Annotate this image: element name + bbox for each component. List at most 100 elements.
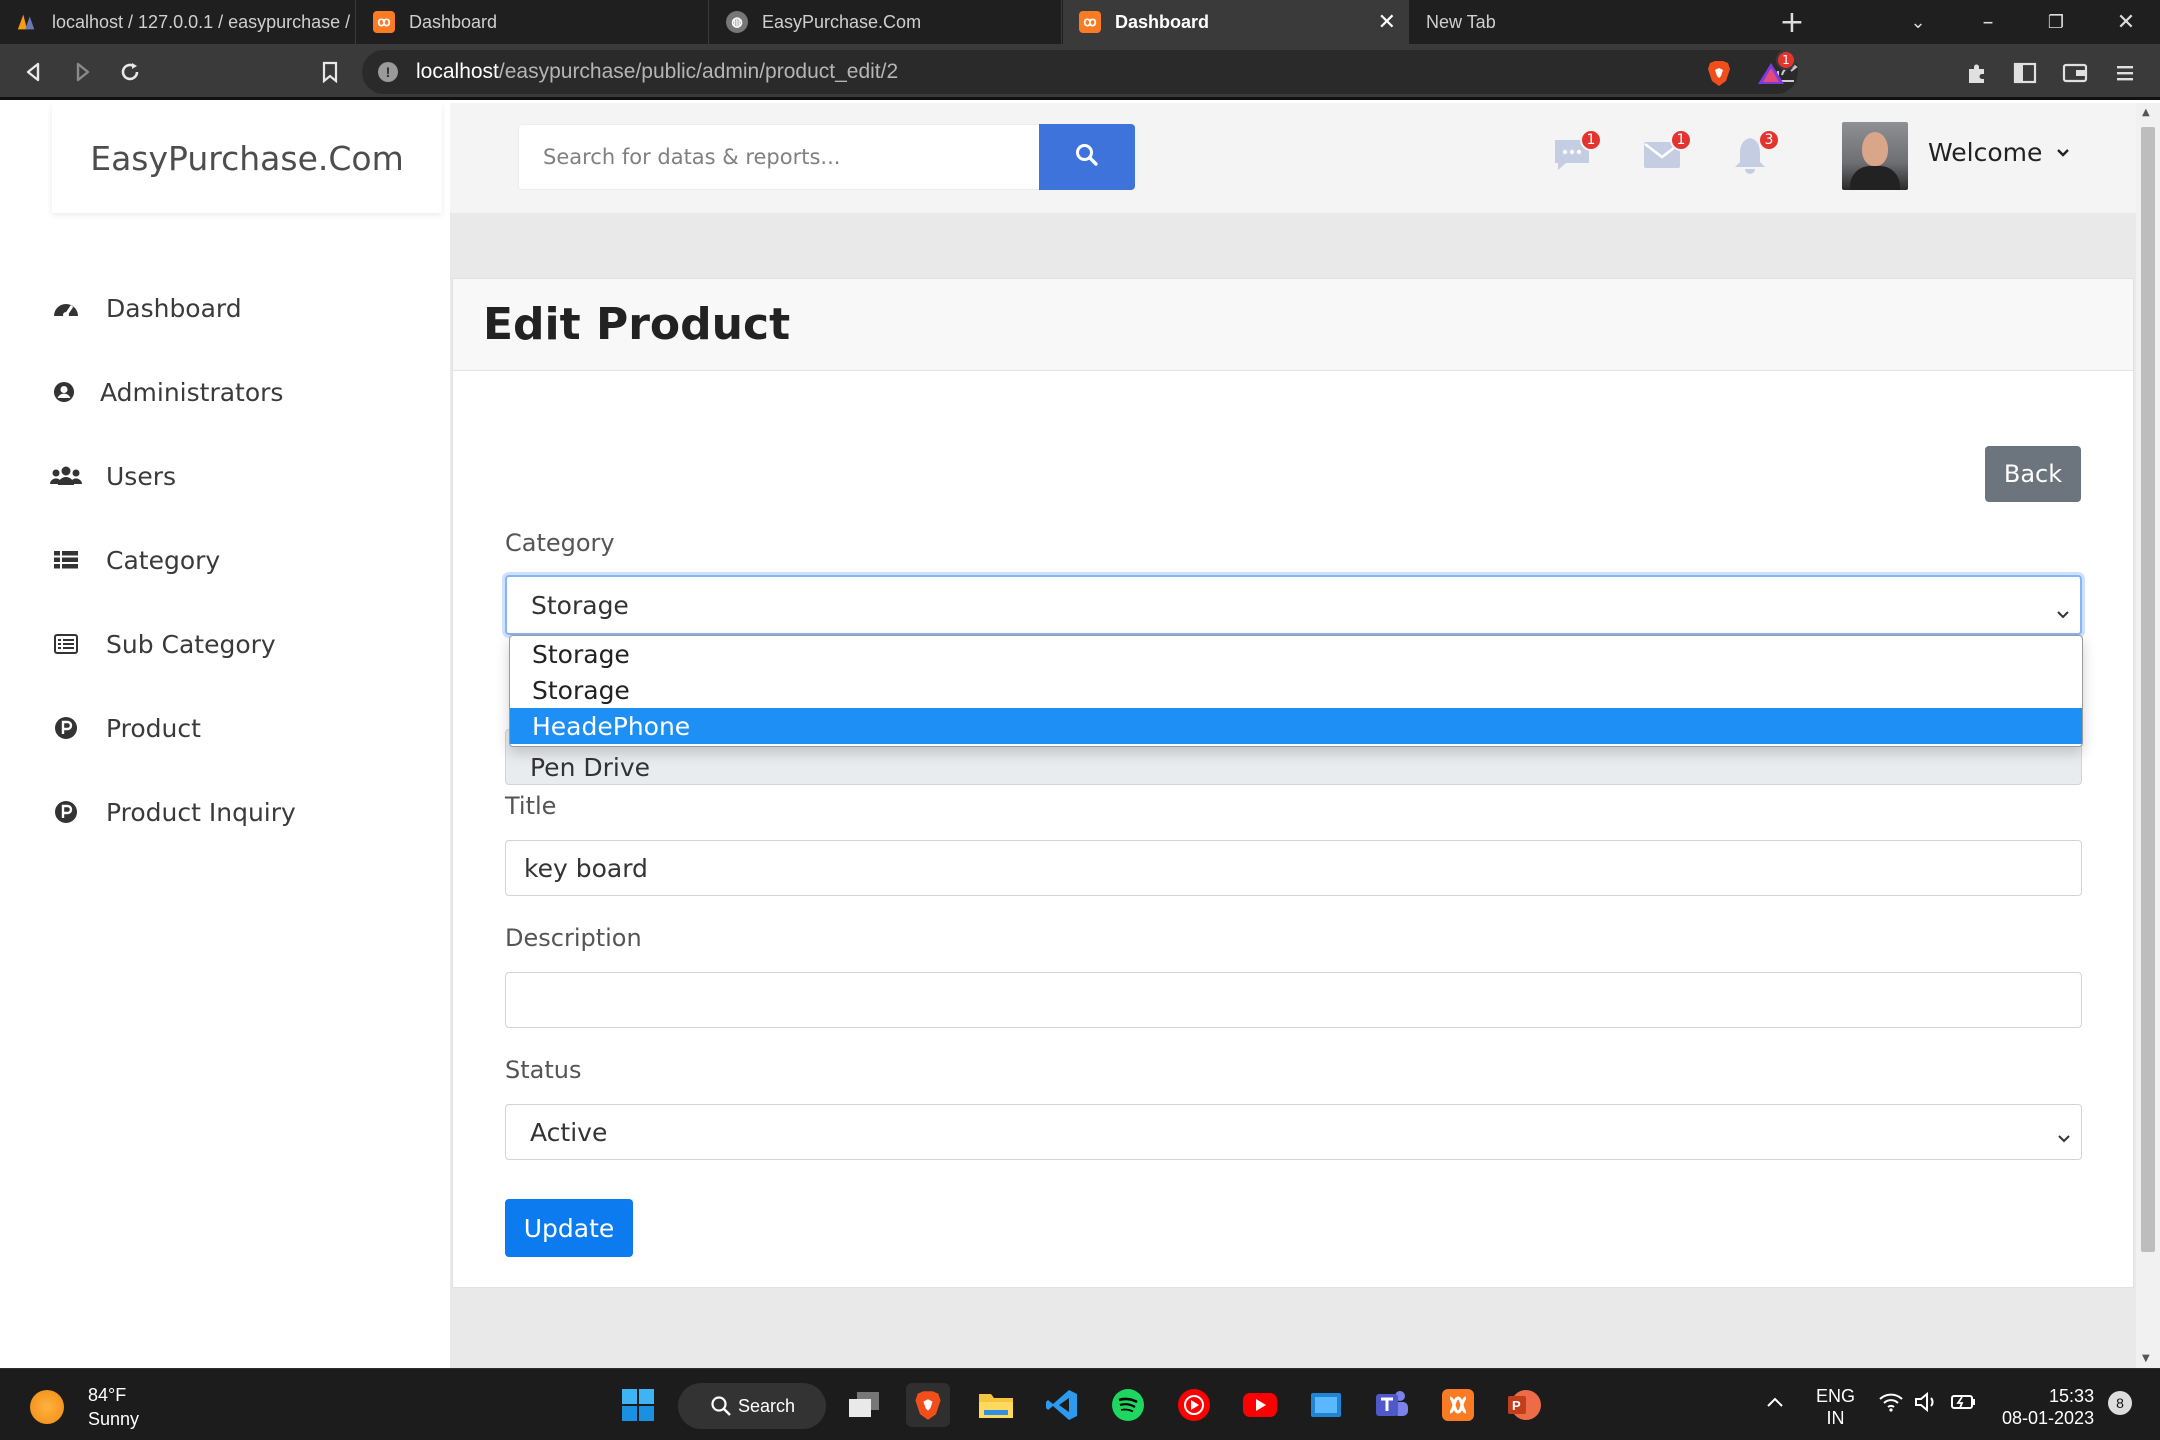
clock-time: 15:33 (2049, 1386, 2095, 1406)
search-icon (1074, 142, 1100, 172)
tab-label: localhost / 127.0.0.1 / easypurchase / (52, 11, 351, 32)
update-button[interactable]: Update (505, 1199, 633, 1257)
tray-chevron-up-icon[interactable] (1766, 1391, 1784, 1413)
tab-label: Dashboard (409, 11, 498, 32)
vscode-icon[interactable] (1040, 1383, 1084, 1427)
address-bar[interactable]: ! localhost/easypurchase/public/admin/pr… (362, 50, 1798, 94)
brand-logo[interactable]: EasyPurchase.Com (52, 103, 442, 213)
new-tab-plus-icon[interactable]: + (1762, 0, 1822, 44)
sidebar-item-label: Dashboard (106, 293, 242, 323)
tab-dashboard-active[interactable]: ꝏ Dashboard ✕ (1063, 0, 1409, 44)
bookmark-icon[interactable] (312, 54, 348, 90)
messages-button[interactable]: 1 (1550, 129, 1602, 177)
store-app-icon[interactable] (1304, 1383, 1348, 1427)
xampp-icon[interactable] (1436, 1383, 1480, 1427)
chevron-down-icon (2057, 1123, 2071, 1143)
clock[interactable]: 15:33 08-01-2023 (2002, 1385, 2094, 1429)
dropdown-option-headephone[interactable]: HeadePhone (510, 708, 2082, 744)
tab-new[interactable]: New Tab (1410, 0, 1760, 44)
sidebar-item-product-inquiry[interactable]: Product Inquiry (50, 787, 296, 837)
scroll-down-icon[interactable]: ▼ (2142, 1353, 2150, 1364)
tab-search-chevron-icon[interactable]: ⌄ (1888, 0, 1948, 44)
reload-icon[interactable] (112, 54, 148, 90)
powerpoint-icon[interactable]: P (1502, 1383, 1546, 1427)
dropdown-option-storage-2[interactable]: Storage (510, 672, 2082, 708)
top-header: 1 1 3 Welcome (450, 103, 2136, 213)
wifi-icon[interactable] (1878, 1391, 1904, 1418)
scroll-thumb[interactable] (2141, 127, 2155, 1252)
sidebar-toggle-icon[interactable] (2010, 58, 2040, 88)
page-scrollbar[interactable]: ▲ ▼ (2136, 103, 2160, 1368)
category-dropdown-list: Storage Storage HeadePhone (509, 635, 2083, 747)
spotify-icon[interactable] (1106, 1383, 1150, 1427)
brave-rewards-icon[interactable]: 1 (1756, 50, 1796, 88)
sidebar-item-product[interactable]: Product (50, 703, 201, 753)
file-explorer-icon[interactable] (974, 1383, 1018, 1427)
description-input[interactable] (505, 972, 2082, 1028)
sidebar-item-category[interactable]: Category (50, 535, 220, 585)
globe-icon: ◍ (726, 11, 748, 33)
sidebar-item-dashboard[interactable]: Dashboard (50, 283, 242, 333)
weather-temp: 84°F (88, 1385, 127, 1405)
avatar-head (1862, 132, 1888, 166)
task-view-icon[interactable] (842, 1383, 886, 1427)
battery-icon[interactable] (1950, 1391, 1978, 1418)
user-circle-icon (48, 378, 80, 406)
tab-phpmyadmin[interactable]: localhost / 127.0.0.1 / easypurchase / (0, 0, 356, 44)
sidebar-item-label: Product (106, 713, 201, 743)
teams-icon[interactable] (1370, 1383, 1414, 1427)
window-close-icon[interactable]: ✕ (2096, 0, 2156, 44)
chevron-down-icon (2056, 599, 2070, 619)
search-input[interactable] (518, 124, 1048, 190)
sidebar-item-label: Category (106, 545, 221, 575)
wallet-icon[interactable] (2060, 58, 2090, 88)
sidebar-item-administrators[interactable]: Administrators (48, 367, 283, 417)
extensions-puzzle-icon[interactable] (1962, 58, 1992, 88)
category-selected-value: Storage (531, 590, 629, 620)
youtube-icon[interactable] (1238, 1383, 1282, 1427)
forward-arrow-icon[interactable] (64, 54, 100, 90)
user-menu-toggle[interactable]: Welcome (1928, 138, 2070, 167)
search-button[interactable] (1039, 124, 1135, 190)
start-windows-icon[interactable] (616, 1383, 660, 1427)
messages-badge: 1 (1580, 129, 1602, 151)
taskbar-search[interactable]: Search (678, 1383, 826, 1429)
back-arrow-icon[interactable] (16, 54, 52, 90)
chevron-down-icon (2056, 143, 2070, 162)
phpmyadmin-icon (16, 11, 38, 33)
tab-easypurchase[interactable]: ◍ EasyPurchase.Com (710, 0, 1062, 44)
notifications-button[interactable]: 3 (1728, 129, 1780, 177)
product-p-icon (50, 798, 82, 826)
lang-top: ENG (1816, 1386, 1856, 1406)
close-tab-icon[interactable]: ✕ (1378, 9, 1396, 35)
category-label: Category (505, 529, 615, 557)
brave-shields-icon[interactable] (1704, 58, 1734, 88)
avatar[interactable] (1842, 122, 1908, 190)
xampp-icon: ꝏ (373, 11, 395, 33)
scroll-up-icon[interactable]: ▲ (2142, 107, 2150, 118)
minimize-icon[interactable]: – (1958, 0, 2018, 44)
youtube-music-icon[interactable] (1172, 1383, 1216, 1427)
mail-button[interactable]: 1 (1640, 129, 1692, 177)
input-language[interactable]: ENG IN (1816, 1385, 1855, 1429)
status-select[interactable]: Active (505, 1104, 2082, 1160)
sidebar-item-label: Sub Category (106, 629, 276, 659)
back-button[interactable]: Back (1985, 446, 2081, 502)
sidebar-item-sub-category[interactable]: Sub Category (50, 619, 276, 669)
category-select[interactable]: Storage (505, 575, 2082, 635)
weather-widget[interactable]: 84°F Sunny (30, 1383, 139, 1431)
title-input[interactable]: key board (505, 840, 2082, 896)
clock-date: 08-01-2023 (2002, 1408, 2095, 1428)
tab-dashboard-1[interactable]: ꝏ Dashboard (357, 0, 709, 44)
title-label: Title (505, 792, 557, 820)
dropdown-option-storage[interactable]: Storage (510, 636, 2082, 672)
brave-browser-icon[interactable] (906, 1383, 950, 1427)
notification-center-badge[interactable]: 8 (2108, 1391, 2132, 1415)
volume-icon[interactable] (1914, 1391, 1940, 1418)
users-icon (50, 462, 82, 490)
menu-hamburger-icon[interactable] (2110, 58, 2140, 88)
restore-icon[interactable]: ❐ (2026, 0, 2086, 44)
sidebar-item-users[interactable]: Users (50, 451, 176, 501)
site-info-icon[interactable]: ! (378, 62, 398, 82)
mail-badge: 1 (1670, 129, 1692, 151)
